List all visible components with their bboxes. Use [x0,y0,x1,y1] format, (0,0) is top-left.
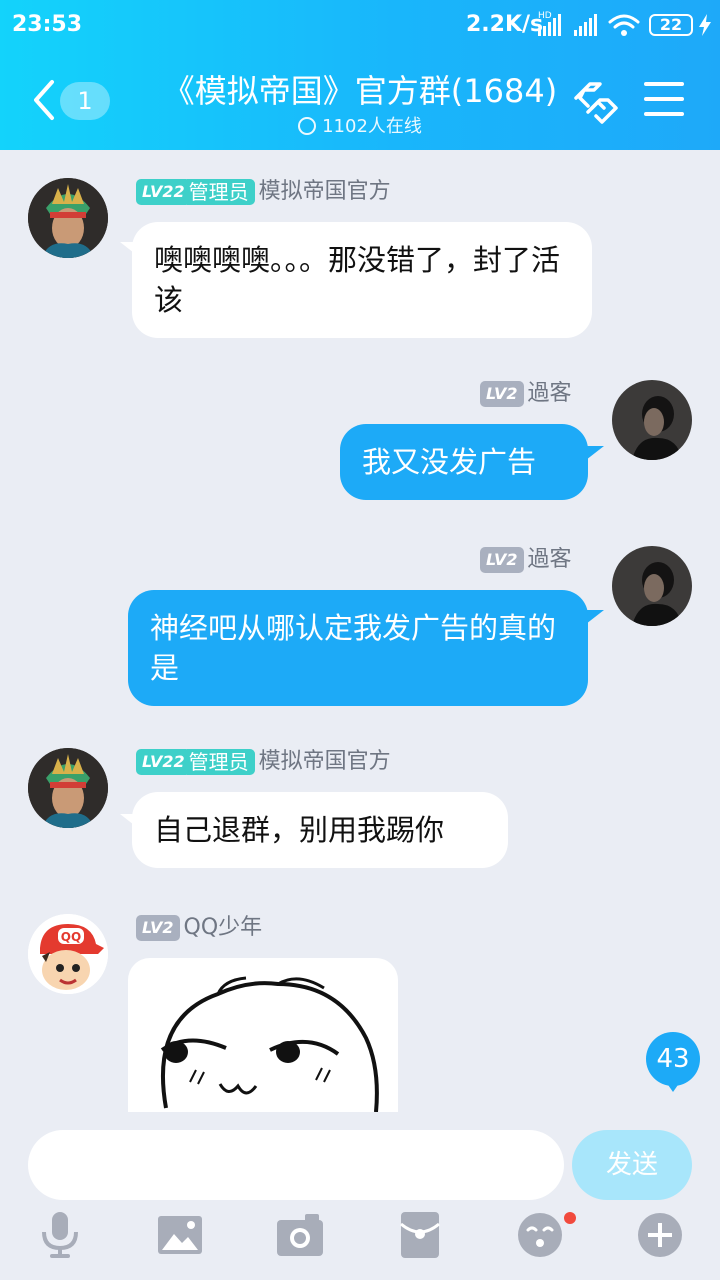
avatar-cap-label: QQ [61,930,81,944]
level-badge: LV2 [480,547,524,573]
sender-name-line: LV22 管理员 模拟帝国官方 [136,178,391,206]
meme-face-sticker-image [160,976,379,1112]
emoji-icon[interactable] [515,1210,565,1260]
group-link-icon[interactable] [570,78,620,124]
aztec-avatar-image [28,178,108,258]
status-bar: 23:53 2.2K/s HD 22 [0,0,720,50]
message-bubble[interactable]: 噢噢噢噢。。。那没错了，封了活该 [132,222,592,338]
sender-nickname[interactable]: 過客 [528,381,572,406]
menu-icon[interactable] [644,82,684,118]
sender-nickname[interactable]: 模拟帝国官方 [259,179,391,204]
sender-name-line: LV22 管理员 模拟帝国官方 [136,748,391,776]
sender-nickname[interactable]: 模拟帝国官方 [259,749,391,774]
message-bubble[interactable]: 我又没发广告 [340,424,588,500]
clock: 23:53 [12,12,83,37]
qq-boy-avatar-image: QQ [28,914,108,994]
avatar[interactable] [612,380,692,460]
admin-badge: 管理员 [186,179,255,205]
level-badge: LV2 [480,381,524,407]
hd-label: HD [538,11,552,21]
plus-icon[interactable] [635,1210,685,1260]
online-count: 1102人在线 [322,116,422,137]
red-packet-icon[interactable] [395,1210,445,1260]
bubble-tail [586,446,604,460]
online-check-icon [298,117,317,135]
message-bubble[interactable]: 自己退群，别用我踢你 [132,792,508,868]
sender-nickname[interactable]: 過客 [528,547,572,572]
camera-icon[interactable] [275,1210,325,1260]
avatar[interactable] [612,546,692,626]
sender-name-line: LV2 過客 [480,380,572,408]
send-button[interactable]: 发送 [572,1130,692,1200]
charging-icon [699,14,711,36]
avatar[interactable] [28,748,108,828]
sender-nickname[interactable]: QQ少年 [184,915,263,940]
admin-badge: 管理员 [186,749,255,775]
chat-header: 23:53 2.2K/s HD 22 1 《模拟帝国》官方群(1684) 110… [0,0,720,150]
avatar[interactable] [28,178,108,258]
level-badge: LV2 [136,915,180,941]
avatar[interactable]: QQ [28,914,108,994]
battery-indicator: 22 [649,14,693,36]
sender-name-line: LV2 QQ少年 [136,914,262,942]
microphone-icon[interactable] [35,1210,85,1260]
sender-name-line: LV2 過客 [480,546,572,574]
message-bubble[interactable]: 神经吧从哪认定我发广告的真的是 [128,590,588,706]
user-avatar-image [612,546,692,626]
aztec-avatar-image [28,748,108,828]
sticker-message[interactable] [128,958,398,1112]
user-avatar-image [612,380,692,460]
notification-dot [564,1212,576,1224]
level-badge: LV22 [136,179,191,205]
network-speed: 2.2K/s [466,12,544,37]
new-messages-badge-tail [666,1082,680,1092]
image-icon[interactable] [155,1210,205,1260]
bubble-tail [586,610,604,624]
new-messages-badge[interactable]: 43 [646,1032,700,1086]
message-input[interactable] [28,1130,564,1200]
composer-bar: 发送 [0,1112,720,1280]
signal-wifi-icons: HD [538,11,640,36]
level-badge: LV22 [136,749,191,775]
